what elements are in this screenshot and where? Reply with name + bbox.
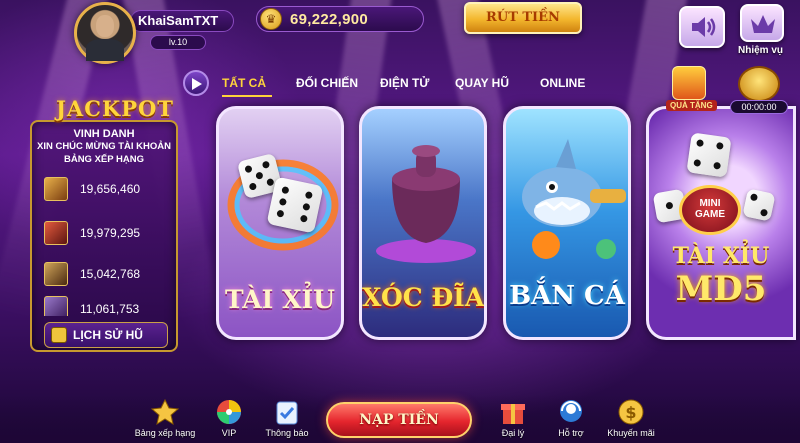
trophy-icon [150,398,180,426]
notification-icon [272,398,302,426]
mini-game-badge: MINI GAME [679,185,741,235]
jackpot-amount: 11,061,753 [80,302,140,316]
jackpot-entry[interactable]: 11,061,753 [44,296,164,316]
jackpot-ranking: BẢNG XẾP HẠNG [63,154,145,165]
mini-badge-line2: GAME [695,209,725,220]
game-card-tai-xiu[interactable]: TÀI XỈU [216,106,344,340]
jackpot-amount: 19,979,295 [80,226,141,240]
speaker-icon [692,17,716,37]
history-icon [51,327,67,343]
vip-wheel-icon [214,398,244,426]
nav-notifications[interactable]: Thông báo [252,398,322,438]
gift-box-icon [498,398,528,426]
dice-icon [686,132,732,178]
player-name: KhaiSamTXT [138,13,219,28]
jackpot-title: JACKPOT [56,96,174,121]
game-thumbnail [44,296,68,316]
active-tab-indicator [222,95,272,97]
jackpot-subtitle: VINH DANH [73,128,135,140]
jackpot-history-button[interactable]: LỊCH SỬ HŨ [44,322,168,348]
top-up-button[interactable]: NẠP TIỀN [326,402,472,438]
jackpot-amount: 19,656,460 [80,182,141,196]
gift-box-icon[interactable] [672,66,706,100]
game-title: TÀI XỈU [225,285,335,314]
coin-balance: 69,222,900 [290,11,369,28]
avatar-face [96,15,114,37]
crown-icon [751,15,775,33]
jackpot-entry[interactable]: 19,979,295 [44,221,164,247]
play-arrow-icon [192,78,202,90]
mission-button[interactable] [740,4,784,42]
shaker-bowl-icon [376,145,476,263]
support-icon [556,398,586,426]
jackpot-amount: 15,042,768 [80,267,141,281]
withdraw-button[interactable]: RÚT TIỀN [464,2,582,34]
bonus-wheel-icon[interactable] [738,66,780,102]
nav-promotions[interactable]: $ Khuyến mãi [596,398,666,438]
top-bar: KhaiSamTXT lv.10 ♛ 69,222,900 RÚT TIỀN N… [0,0,800,64]
tab-all[interactable]: TẤT CẢ [222,76,266,90]
mission-label: Nhiệm vụ [738,45,784,56]
dollar-coin-icon: $ [616,398,646,426]
nav-label: Thông báo [265,428,309,438]
game-title: BẮN CÁ [509,281,625,311]
game-subtitle: MD5 [675,269,767,309]
jackpot-congrats: XIN CHÚC MỪNG TÀI KHOẢN [36,141,172,152]
tabs-scroll-button[interactable] [183,70,209,96]
tab-online[interactable]: ONLINE [540,76,585,90]
dice-icon [742,188,776,222]
bonus-timer: 00:00:00 [730,100,788,114]
game-thumbnail [44,221,68,245]
tab-versus[interactable]: ĐỐI CHIẾN [296,76,358,90]
nav-leaderboard[interactable]: Bảng xếp hạng [130,398,200,438]
gift-label: QUÀ TẶNG [666,100,717,111]
shark-icon [522,139,626,259]
jackpot-history-label: LỊCH SỬ HŨ [73,328,143,342]
svg-text:$: $ [625,403,636,422]
nav-label: Khuyến mãi [607,428,655,438]
avatar[interactable] [74,2,136,64]
game-title: TÀI XỈU [672,243,770,269]
jackpot-entry[interactable]: 19,656,460 [44,177,164,203]
game-thumbnail [44,177,68,201]
dice-icon [266,176,324,234]
mini-badge-line1: MINI [699,198,721,209]
coin-icon: ♛ [260,8,282,30]
sound-button[interactable] [679,6,725,48]
game-title: XÓC ĐĨA [362,283,485,312]
game-card-ban-ca[interactable]: BẮN CÁ [503,106,631,340]
game-thumbnail [44,262,68,286]
jackpot-entry[interactable]: 15,042,768 [44,262,164,288]
avatar-body [86,39,124,61]
game-card-tai-xiu-md5[interactable]: MINI GAME TÀI XỈU MD5 [646,106,796,340]
game-card-xoc-dia[interactable]: XÓC ĐĨA [359,106,487,340]
tab-electronic[interactable]: ĐIỆN TỬ [380,76,429,90]
nav-label: Bảng xếp hạng [134,428,196,438]
tab-slots[interactable]: QUAY HŨ [455,76,509,90]
player-level: lv.10 [150,35,206,50]
